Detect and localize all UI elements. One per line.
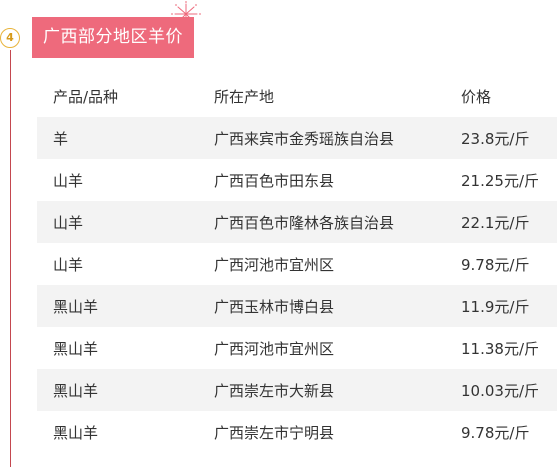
cell-price: 9.78元/斤 xyxy=(461,255,530,274)
header-price: 价格 xyxy=(461,87,492,106)
table-row: 山羊 广西百色市隆林各族自治县 22.1元/斤 xyxy=(37,201,557,243)
table-row: 山羊 广西河池市宜州区 9.78元/斤 xyxy=(37,243,557,285)
table-row: 羊 广西来宾市金秀瑶族自治县 23.8元/斤 xyxy=(37,117,557,159)
table-row: 山羊 广西百色市田东县 21.25元/斤 xyxy=(37,159,557,201)
cell-product: 山羊 xyxy=(53,255,84,274)
cell-origin: 广西玉林市博白县 xyxy=(214,297,335,316)
header-origin: 所在产地 xyxy=(214,87,275,106)
cell-product: 羊 xyxy=(53,129,69,148)
cell-price: 21.25元/斤 xyxy=(461,171,539,190)
cell-origin: 广西百色市隆林各族自治县 xyxy=(214,213,395,232)
price-table: 产品/品种 所在产地 价格 羊 广西来宾市金秀瑶族自治县 23.8元/斤 山羊 … xyxy=(37,75,557,453)
cell-origin: 广西崇左市大新县 xyxy=(214,381,335,400)
table-row: 黑山羊 广西崇左市宁明县 9.78元/斤 xyxy=(37,411,557,453)
cell-product: 黑山羊 xyxy=(53,339,99,358)
table-row: 黑山羊 广西河池市宜州区 11.38元/斤 xyxy=(37,327,557,369)
cell-origin: 广西来宾市金秀瑶族自治县 xyxy=(214,129,395,148)
cell-price: 23.8元/斤 xyxy=(461,129,530,148)
cell-product: 黑山羊 xyxy=(53,297,99,316)
page: 4 广西部分地区羊价 产品/品种 所在产地 价格 羊 广西来宾市金秀瑶族自治县 … xyxy=(0,0,560,467)
cell-origin: 广西河池市宜州区 xyxy=(214,255,335,274)
step-number-badge: 4 xyxy=(0,28,20,48)
cell-origin: 广西崇左市宁明县 xyxy=(214,423,335,442)
section-title: 广西部分地区羊价 xyxy=(32,17,194,58)
timeline-line xyxy=(10,50,11,467)
cell-origin: 广西河池市宜州区 xyxy=(214,339,335,358)
cell-price: 11.9元/斤 xyxy=(461,297,530,316)
cell-price: 11.38元/斤 xyxy=(461,339,539,358)
cell-product: 黑山羊 xyxy=(53,381,99,400)
cell-price: 9.78元/斤 xyxy=(461,423,530,442)
table-row: 黑山羊 广西玉林市博白县 11.9元/斤 xyxy=(37,285,557,327)
cell-product: 山羊 xyxy=(53,171,84,190)
table-row: 黑山羊 广西崇左市大新县 10.03元/斤 xyxy=(37,369,557,411)
cell-price: 22.1元/斤 xyxy=(461,213,530,232)
table-header-row: 产品/品种 所在产地 价格 xyxy=(37,75,557,117)
cell-origin: 广西百色市田东县 xyxy=(214,171,335,190)
cell-product: 黑山羊 xyxy=(53,423,99,442)
cell-price: 10.03元/斤 xyxy=(461,381,539,400)
cell-product: 山羊 xyxy=(53,213,84,232)
header-product: 产品/品种 xyxy=(53,87,119,106)
